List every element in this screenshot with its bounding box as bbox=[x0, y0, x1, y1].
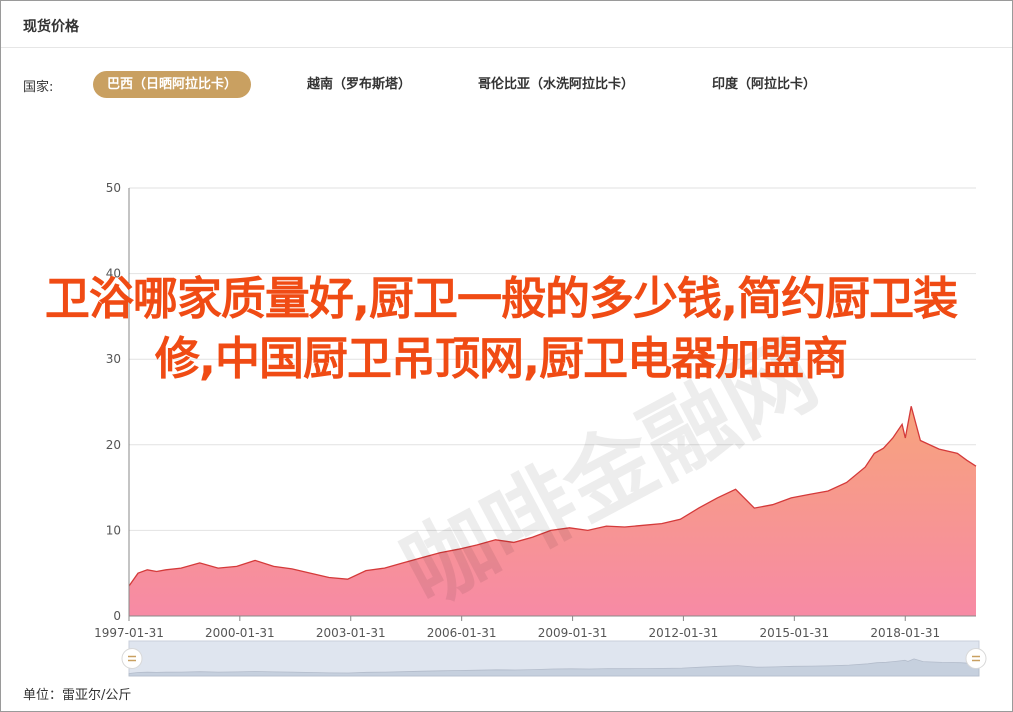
y-tick-label: 0 bbox=[113, 609, 121, 623]
x-tick-label: 2009-01-31 bbox=[538, 626, 608, 640]
y-tick-label: 30 bbox=[106, 352, 121, 366]
x-tick-label: 2006-01-31 bbox=[427, 626, 497, 640]
x-tick-label: 2003-01-31 bbox=[316, 626, 386, 640]
y-tick-label: 40 bbox=[106, 267, 121, 281]
handle-knob bbox=[965, 648, 987, 669]
range-slider-handle-left[interactable] bbox=[121, 648, 143, 669]
price-chart: 0 10 20 30 40 50 1997-01-31 2000-01-31 2003-01-3… bbox=[94, 181, 987, 677]
y-tick-label: 10 bbox=[106, 523, 121, 537]
x-tick-label: 2012-01-31 bbox=[649, 626, 719, 640]
x-tick-label: 2000-01-31 bbox=[205, 626, 275, 640]
chart-panel: 现货价格 国家: 巴西（日晒阿拉比卡） 越南（罗布斯塔） 哥伦比亚（水洗阿拉比卡… bbox=[0, 0, 1013, 712]
unit-label: 单位：雷亚尔/公斤 bbox=[23, 688, 132, 703]
range-slider-handle-right[interactable] bbox=[965, 648, 987, 669]
x-tick-label: 1997-01-31 bbox=[94, 626, 164, 640]
y-tick-label: 20 bbox=[106, 438, 121, 452]
y-tick-label: 50 bbox=[106, 181, 121, 195]
x-tick-label: 2015-01-31 bbox=[759, 626, 829, 640]
x-tick-label: 2018-01-31 bbox=[870, 626, 940, 640]
handle-knob bbox=[121, 648, 143, 669]
series-area bbox=[129, 406, 976, 616]
